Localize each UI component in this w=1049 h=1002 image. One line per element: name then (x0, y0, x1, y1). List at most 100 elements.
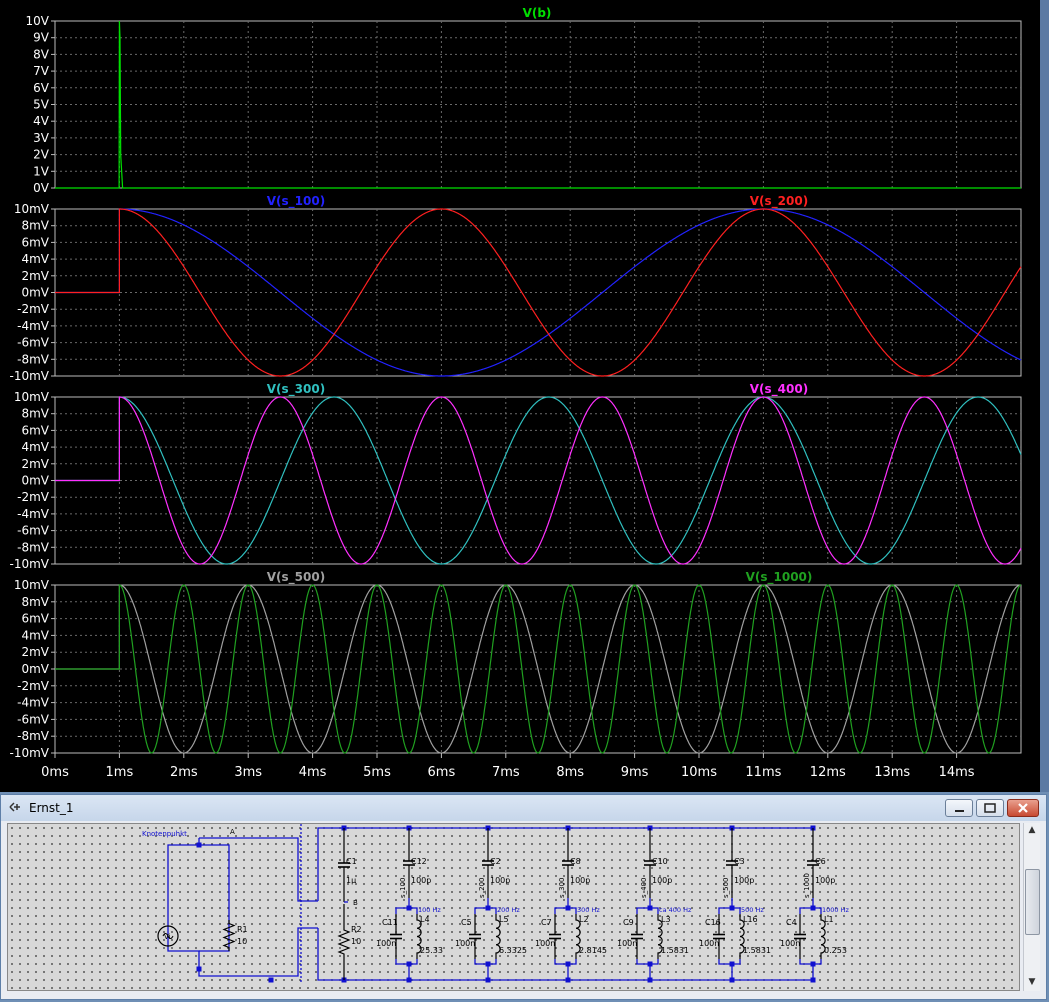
schematic-canvas[interactable]: Knotenpuhkt A Vi R1 10 C1 1µ B R2 10 C12 100p s_100 1… (7, 823, 1020, 991)
trace-label[interactable]: V(s_300) (267, 382, 325, 397)
trace-label[interactable]: V(b) (523, 6, 552, 20)
schematic-label: s_200 (478, 877, 486, 898)
schematic-label: s_300 (558, 877, 566, 898)
y-tick-label: 2mV (21, 645, 49, 659)
schematic-label: 10 (351, 937, 361, 946)
y-tick-label: 5V (33, 98, 50, 112)
trace-label[interactable]: V(s_100) (267, 194, 325, 209)
trace-label[interactable]: V(s_400) (750, 382, 808, 397)
schematic-label: L1 (824, 915, 834, 924)
x-tick-label: 11ms (745, 765, 781, 780)
trace-label[interactable]: V(s_500) (267, 570, 325, 585)
schematic-drawing[interactable]: Knotenpuhkt A Vi R1 10 C1 1µ B R2 10 C12 100p s_100 1… (8, 824, 1019, 990)
y-tick-label: 8mV (21, 595, 49, 609)
schematic-label: C7 (541, 918, 552, 927)
plot-pane-2[interactable]: 10mV 8mV 6mV 4mV 2mV 0mV -2mV -4mV -6mV -8mV -10mV… (10, 194, 1022, 383)
schematic-label: A (230, 828, 235, 836)
y-tick-label: 4V (33, 114, 50, 128)
schematic-label: B (353, 899, 358, 907)
vertical-scrollbar[interactable]: ▲ ▼ (1023, 823, 1040, 991)
y-tick-label: -10mV (10, 369, 50, 383)
schematic-label: L3 (661, 915, 671, 924)
schematic-label: C1 (346, 857, 357, 866)
scrollbar-thumb[interactable] (1025, 869, 1040, 935)
schematic-label: C2 (490, 857, 501, 866)
x-tick-label: 3ms (234, 765, 262, 780)
y-tick-label: 10V (26, 14, 50, 28)
y-tick-label: -2mV (17, 679, 50, 693)
resistor-r2[interactable] (337, 904, 351, 980)
y-tick-label: 0mV (21, 474, 49, 488)
minimize-icon (955, 810, 964, 812)
schematic-window[interactable]: Ernst_1 Knotenpuhkt A Vi R1 10 C1 1µ B R2 10 C12 10… (0, 794, 1047, 1000)
wire[interactable] (167, 838, 200, 878)
y-tick-label: 6V (33, 81, 50, 95)
schematic-label: 100p (734, 876, 754, 885)
schematic-label: C3 (734, 857, 745, 866)
schematic-label: 100n (780, 939, 800, 948)
schematic-label: C6 (815, 857, 826, 866)
waveform-viewer[interactable]: 10V 9V 8V 7V 6V 5V 4V 3V 2V 1V 0V V(b) 10mV 8mV 6mV 4mV… (0, 0, 1049, 792)
plot-pane-4[interactable]: 10mV 8mV 6mV 4mV 2mV 0mV -2mV -4mV -6mV -8mV -10mV… (10, 570, 1022, 760)
x-tick-label: 0ms (41, 765, 69, 780)
wire[interactable] (199, 878, 230, 952)
x-tick-label: 4ms (299, 765, 327, 780)
junction-node (729, 961, 735, 967)
y-tick-label: 2V (33, 148, 50, 162)
trace-label[interactable]: V(s_200) (750, 194, 808, 209)
y-tick-label: 10mV (14, 390, 50, 404)
schematic-label: L2 (579, 915, 589, 924)
scroll-down-icon[interactable]: ▼ (1024, 975, 1040, 989)
y-tick-label: -4mV (17, 696, 50, 710)
close-icon (1018, 803, 1028, 813)
y-tick-label: -8mV (17, 352, 50, 366)
junction-node (485, 961, 491, 967)
schematic-label: ca 400 Hz (659, 906, 692, 914)
window-border (1040, 0, 1049, 792)
trace-label[interactable]: V(s_1000) (746, 570, 813, 585)
y-tick-label: 9V (33, 31, 50, 45)
wire[interactable] (317, 928, 813, 981)
schematic-label: C11 (382, 918, 398, 927)
x-tick-label: 13ms (874, 765, 910, 780)
scroll-up-icon[interactable]: ▲ (1024, 823, 1040, 837)
waveform-plot[interactable]: 10V 9V 8V 7V 6V 5V 4V 3V 2V 1V 0V V(b) 10mV 8mV 6mV 4mV… (0, 0, 1049, 792)
schematic-label: s_1000 (803, 873, 811, 898)
minimize-button[interactable] (945, 799, 973, 817)
schematic-label: s_500 (722, 877, 730, 898)
schematic-label: 6.3325 (499, 946, 527, 955)
schematic-label: C10 (652, 857, 668, 866)
x-tick-label: 2ms (170, 765, 198, 780)
schematic-label: 100p (570, 876, 590, 885)
y-tick-label: 10mV (14, 578, 50, 592)
schematic-label: L5 (499, 915, 509, 924)
schematic-titlebar[interactable]: Ernst_1 (1, 795, 1046, 821)
schematic-label: C16 (705, 918, 721, 927)
x-tick-label: 7ms (492, 765, 520, 780)
wire[interactable] (167, 878, 271, 977)
y-tick-label: 3V (33, 131, 50, 145)
junction-node (268, 977, 274, 983)
y-tick-label: 8mV (21, 219, 49, 233)
wire[interactable] (199, 837, 318, 902)
x-tick-label: 8ms (556, 765, 584, 780)
schematic-label: 100n (535, 939, 555, 948)
y-tick-label: 4mV (21, 252, 49, 266)
plot-pane-1[interactable]: 10V 9V 8V 7V 6V 5V 4V 3V 2V 1V 0V V(b) (26, 6, 1022, 195)
maximize-button[interactable] (976, 799, 1004, 817)
y-tick-label: 7V (33, 64, 50, 78)
wire[interactable] (271, 927, 318, 977)
schematic-label: L16 (743, 915, 758, 924)
junction-node (729, 905, 735, 911)
y-tick-label: -2mV (17, 302, 50, 316)
schematic-label: R1 (237, 925, 248, 934)
junction-node (810, 905, 816, 911)
plot-pane-3[interactable]: 10mV 8mV 6mV 4mV 2mV 0mV -2mV -4mV -6mV -8mV -10mV… (10, 382, 1022, 571)
schematic-label: 300 Hz (577, 906, 600, 914)
y-tick-label: 1V (33, 164, 50, 178)
wire[interactable] (199, 844, 230, 878)
y-tick-label: 8V (33, 47, 50, 61)
close-button[interactable] (1007, 799, 1039, 817)
y-tick-label: -8mV (17, 540, 50, 554)
y-tick-label: 2mV (21, 457, 49, 471)
